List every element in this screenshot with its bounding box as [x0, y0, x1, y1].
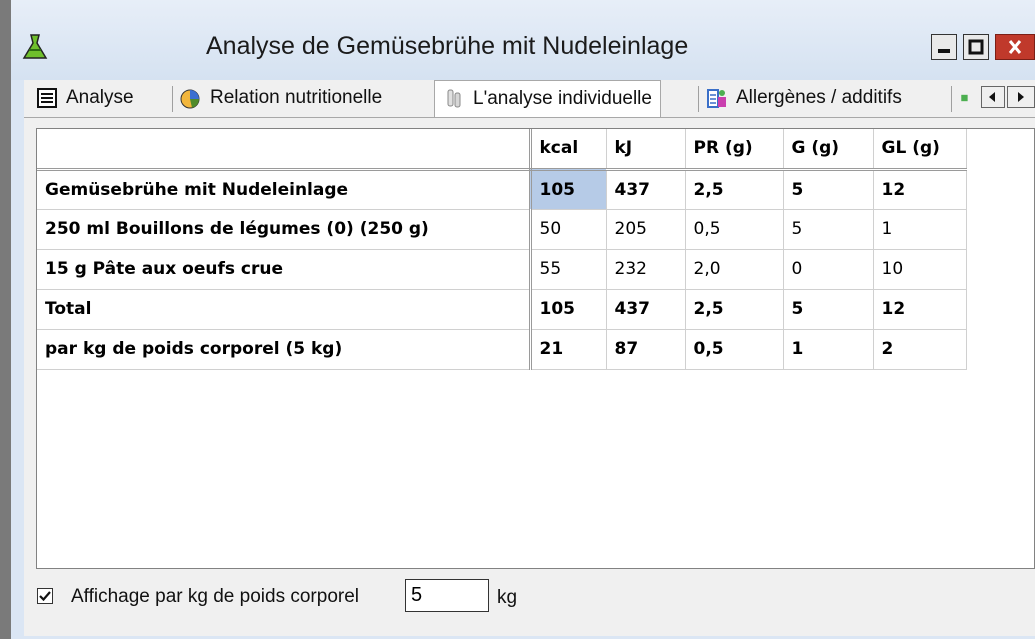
- tab-label: Analyse: [66, 87, 134, 108]
- body-weight-input[interactable]: 5: [405, 579, 489, 612]
- header-kcal[interactable]: kcal: [530, 129, 607, 171]
- header-corner: [37, 129, 532, 171]
- tab-relation-nutritionelle[interactable]: Relation nutritionelle: [180, 82, 382, 114]
- table-cell[interactable]: 205: [606, 209, 686, 250]
- arrow-left-icon: [989, 92, 995, 102]
- table-cell[interactable]: 2,5: [685, 169, 784, 210]
- pie-chart-icon: [180, 89, 200, 109]
- header-gl[interactable]: GL (g): [873, 129, 967, 171]
- table-cell[interactable]: 5: [783, 209, 874, 250]
- analysis-grid[interactable]: kcal kJ PR (g) G (g) GL (g) Gemüsebrühe …: [36, 128, 1035, 569]
- table-cell[interactable]: 21: [530, 329, 607, 370]
- tab-label: Allergènes / additifs: [736, 87, 902, 108]
- tab-divider: [698, 86, 699, 112]
- arrow-right-icon: [1018, 92, 1024, 102]
- tab-divider: [172, 86, 173, 112]
- maximize-button[interactable]: [963, 34, 989, 60]
- table-cell[interactable]: 2,5: [685, 289, 784, 330]
- tab-analyse[interactable]: Analyse: [36, 82, 134, 114]
- table-cell[interactable]: 437: [606, 289, 686, 330]
- analysis-table: kcal kJ PR (g) G (g) GL (g) Gemüsebrühe …: [37, 129, 967, 370]
- table-cell[interactable]: 5: [783, 169, 874, 210]
- header-row: kcal kJ PR (g) G (g) GL (g): [37, 129, 967, 171]
- header-g[interactable]: G (g): [783, 129, 874, 171]
- minimize-button[interactable]: [931, 34, 957, 60]
- table-row[interactable]: Total 105 437 2,5 5 12: [37, 289, 967, 330]
- table-row[interactable]: par kg de poids corporel (5 kg) 21 87 0,…: [37, 329, 967, 370]
- table-cell[interactable]: 2,0: [685, 249, 784, 290]
- grid-icon: [37, 88, 57, 108]
- table-cell[interactable]: 0,5: [685, 329, 784, 370]
- header-kj[interactable]: kJ: [606, 129, 686, 171]
- table-cell[interactable]: 5: [783, 289, 874, 330]
- table-cell[interactable]: 1: [783, 329, 874, 370]
- table-cell[interactable]: 87: [606, 329, 686, 370]
- allergen-icon: [707, 89, 726, 108]
- row-label: 15 g Pâte aux oeufs crue: [37, 249, 532, 290]
- table-cell[interactable]: 437: [606, 169, 686, 210]
- per-kg-checkbox-label[interactable]: Affichage par kg de poids corporel: [71, 586, 359, 608]
- window-left-edge: [0, 0, 11, 639]
- row-label: 250 ml Bouillons de légumes (0) (250 g): [37, 209, 532, 250]
- table-row[interactable]: 15 g Pâte aux oeufs crue 55 232 2,0 0 10: [37, 249, 967, 290]
- table-cell[interactable]: 105: [530, 289, 607, 330]
- window-title: Analyse de Gemüsebrühe mit Nudeleinlage: [206, 32, 689, 60]
- table-row[interactable]: Gemüsebrühe mit Nudeleinlage 105 437 2,5…: [37, 169, 967, 210]
- analysis-window: Analyse de Gemüsebrühe mit Nudeleinlage …: [0, 0, 1035, 639]
- maximize-icon: [968, 39, 984, 55]
- minimize-icon: [938, 49, 950, 53]
- green-icon: [961, 94, 968, 102]
- table-cell[interactable]: 50: [530, 209, 607, 250]
- tab-more[interactable]: [960, 82, 982, 114]
- header-pr[interactable]: PR (g): [685, 129, 784, 171]
- table-cell[interactable]: 105: [530, 169, 607, 210]
- row-label: Total: [37, 289, 532, 330]
- close-button[interactable]: [995, 34, 1035, 60]
- tab-divider: [951, 86, 952, 112]
- tab-scroll-left-button[interactable]: [981, 86, 1005, 108]
- flask-icon: [22, 34, 48, 59]
- vial-icon: [447, 89, 461, 108]
- tab-analyse-individuelle[interactable]: L'analyse individuelle: [434, 80, 661, 117]
- table-cell[interactable]: 2: [873, 329, 967, 370]
- checkmark-icon: [39, 591, 51, 602]
- table-cell[interactable]: 232: [606, 249, 686, 290]
- row-label: par kg de poids corporel (5 kg): [37, 329, 532, 370]
- table-cell[interactable]: 55: [530, 249, 607, 290]
- weight-unit-label: kg: [497, 587, 518, 608]
- tab-label: L'analyse individuelle: [473, 88, 652, 109]
- tab-scroll-right-button[interactable]: [1007, 86, 1035, 108]
- table-cell[interactable]: 12: [873, 289, 967, 330]
- tab-allergenes-additifs[interactable]: Allergènes / additifs: [706, 82, 902, 114]
- row-label: Gemüsebrühe mit Nudeleinlage: [37, 169, 532, 210]
- close-icon: [1008, 40, 1022, 54]
- table-cell[interactable]: 0,5: [685, 209, 784, 250]
- table-row[interactable]: 250 ml Bouillons de légumes (0) (250 g) …: [37, 209, 967, 250]
- per-kg-checkbox[interactable]: [37, 588, 53, 604]
- tab-label: Relation nutritionelle: [210, 87, 383, 108]
- table-cell[interactable]: 0: [783, 249, 874, 290]
- table-cell[interactable]: 10: [873, 249, 967, 290]
- table-cell[interactable]: 12: [873, 169, 967, 210]
- table-cell[interactable]: 1: [873, 209, 967, 250]
